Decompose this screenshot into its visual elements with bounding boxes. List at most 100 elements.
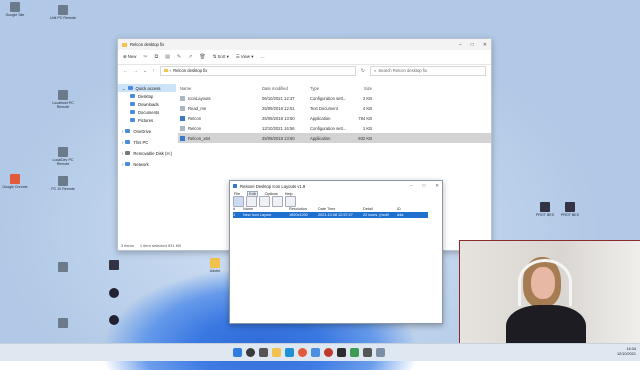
application-icon [180, 115, 185, 121]
screen-icon[interactable] [285, 195, 296, 207]
maximize-button[interactable]: □ [471, 42, 474, 48]
column-date[interactable]: Date modified [262, 86, 310, 91]
desktop-icon-5[interactable]: Google Chrome [0, 174, 30, 189]
download-icon [130, 102, 135, 106]
minimize-button[interactable]: – [459, 42, 462, 48]
column-detail[interactable]: Detail [363, 207, 397, 211]
file-row[interactable]: Relcon 12/10/2021 16:56 Configuration se… [178, 123, 491, 133]
new-button[interactable]: ⊕ New [123, 54, 136, 60]
properties-icon[interactable] [272, 195, 283, 207]
app-icon [565, 202, 575, 212]
app-icon [109, 288, 119, 298]
nav-item-pictures[interactable]: Pictures [118, 116, 176, 124]
nav-item-quick-access[interactable]: ⌄ Quick access [118, 84, 176, 92]
up-icon[interactable]: ↑ [152, 68, 155, 74]
file-explorer-icon[interactable] [272, 348, 281, 357]
doc-icon [10, 2, 20, 12]
column-datetime[interactable]: Date Time [318, 207, 363, 211]
search-icon[interactable] [246, 348, 255, 357]
view-button[interactable]: ☰ View ▾ [236, 54, 254, 60]
desktop-icon-12[interactable]: Adobe [200, 258, 230, 273]
status-selection: 1 item selected 931 KB [139, 243, 182, 248]
store-icon[interactable] [311, 348, 320, 357]
explorer-toolbar: ⊕ New ✂ ⧉ ▤ ✎ ↗ 🗑 ⇅ Sort ▾ ☰ View ▾ ··· [118, 50, 491, 65]
file-row[interactable]: Relcon 25/09/2018 13:50 Application 784 … [178, 113, 491, 123]
nav-item-downloads[interactable]: Downloads [118, 100, 176, 108]
layout-row-selected[interactable]: 1 New Icon Layout 1600x1200 2021.10.08 1… [233, 212, 428, 218]
desktop-icon-3[interactable]: Localhost PC Remote [48, 90, 78, 109]
desktop-icon-6[interactable]: PC 10 Remote [48, 176, 78, 191]
desktop-icon-9[interactable] [99, 288, 129, 299]
menu-file[interactable]: File [234, 192, 240, 196]
copy-icon[interactable]: ⧉ [155, 54, 159, 60]
column-type[interactable]: Type [310, 86, 352, 91]
desktop-icon-7[interactable] [48, 262, 78, 273]
cut-icon[interactable]: ✂ [143, 54, 147, 60]
task-view-icon[interactable] [259, 348, 268, 357]
app-icon [58, 318, 68, 328]
desktop-icon-14[interactable]: PROT BES [555, 202, 585, 217]
nav-item-this-pc[interactable]: › This PC [118, 138, 176, 146]
nav-item-documents[interactable]: Documents [118, 108, 176, 116]
back-icon[interactable]: ← [123, 68, 128, 74]
desktop-icon-1[interactable]: Google Site [0, 2, 30, 17]
close-button[interactable]: ✕ [483, 42, 487, 48]
desktop-icon-10[interactable] [99, 315, 129, 326]
status-item-count: 3 items [121, 243, 134, 248]
file-row[interactable]: IconLayouts 06/10/2021 12:37 Configurati… [178, 93, 491, 103]
more-options-button[interactable]: ··· [260, 55, 264, 60]
search-input[interactable]: ⌕ Search Relcon desktop fix [369, 65, 486, 76]
close-button[interactable]: ✕ [435, 183, 439, 189]
desktop-icon-8[interactable] [99, 260, 129, 271]
app-icon [58, 176, 68, 186]
paste-icon[interactable]: ▤ [165, 54, 170, 60]
start-icon[interactable] [233, 348, 242, 357]
forward-icon[interactable]: → [133, 68, 138, 74]
file-row-selected[interactable]: Relcon_x64 25/09/2018 13:50 Application … [178, 133, 491, 143]
chevron-right-icon: › [122, 150, 124, 156]
app-icon[interactable] [324, 348, 333, 357]
file-row[interactable]: Read_me 25/09/2018 12:51 Text Document 4… [178, 103, 491, 113]
dialog-titlebar[interactable]: Restore Desktop Icon Layouts v1.9 – □ ✕ [230, 181, 442, 191]
app-icon[interactable] [363, 348, 372, 357]
rename-icon[interactable]: ✎ [177, 54, 181, 60]
address-row: ← → ⌄ ↑ › Relcon desktop fix ↻ ⌕ Search … [118, 65, 491, 76]
app-icon [58, 90, 68, 100]
app-icon[interactable] [376, 348, 385, 357]
column-size[interactable]: Size [352, 86, 372, 91]
app-icon[interactable] [350, 348, 359, 357]
maximize-button[interactable]: □ [423, 183, 426, 189]
app-icon[interactable] [337, 348, 346, 357]
delete-layout-icon[interactable] [259, 195, 270, 207]
minimize-button[interactable]: – [410, 183, 413, 189]
restore-layout-icon[interactable] [246, 195, 257, 207]
desktop-icon-11[interactable] [48, 318, 78, 329]
desktop-icon-4[interactable]: LocalDev PC Remote [48, 147, 78, 166]
address-bar[interactable]: › Relcon desktop fix [159, 65, 356, 76]
delete-icon[interactable]: 🗑 [199, 54, 205, 60]
recent-icon[interactable]: ⌄ [143, 68, 147, 74]
edge-icon[interactable] [285, 348, 294, 357]
nav-item-onedrive[interactable]: › OneDrive [118, 127, 176, 135]
save-layout-icon[interactable] [233, 195, 244, 207]
sort-button[interactable]: ⇅ Sort ▾ [213, 54, 229, 60]
refresh-icon[interactable]: ↻ [361, 68, 365, 74]
menu-help[interactable]: Help [285, 192, 293, 196]
nav-item-removable-disk[interactable]: › Removable Disk (H:) [118, 149, 176, 157]
system-tray[interactable]: 16:34 12/10/2021 [617, 347, 636, 356]
desktop-icon-2[interactable]: Unit PC Remote [48, 5, 78, 20]
menu-options[interactable]: Options [265, 192, 278, 196]
nav-item-desktop[interactable]: Desktop [118, 92, 176, 100]
nav-item-network[interactable]: › Network [118, 160, 176, 168]
config-file-icon [180, 125, 185, 131]
explorer-titlebar[interactable]: Relcon desktop fix – □ ✕ [118, 39, 491, 50]
chevron-down-icon: ⌄ [122, 85, 126, 91]
column-resolution[interactable]: Resolution [289, 207, 318, 211]
column-number[interactable]: # [233, 207, 243, 211]
explorer-title: Relcon desktop fix [130, 42, 165, 47]
chrome-icon[interactable] [298, 348, 307, 357]
column-id[interactable]: ID [397, 207, 417, 211]
column-name[interactable]: Name [178, 86, 262, 91]
column-name[interactable]: Name [243, 207, 289, 211]
share-icon[interactable]: ↗ [188, 54, 192, 60]
